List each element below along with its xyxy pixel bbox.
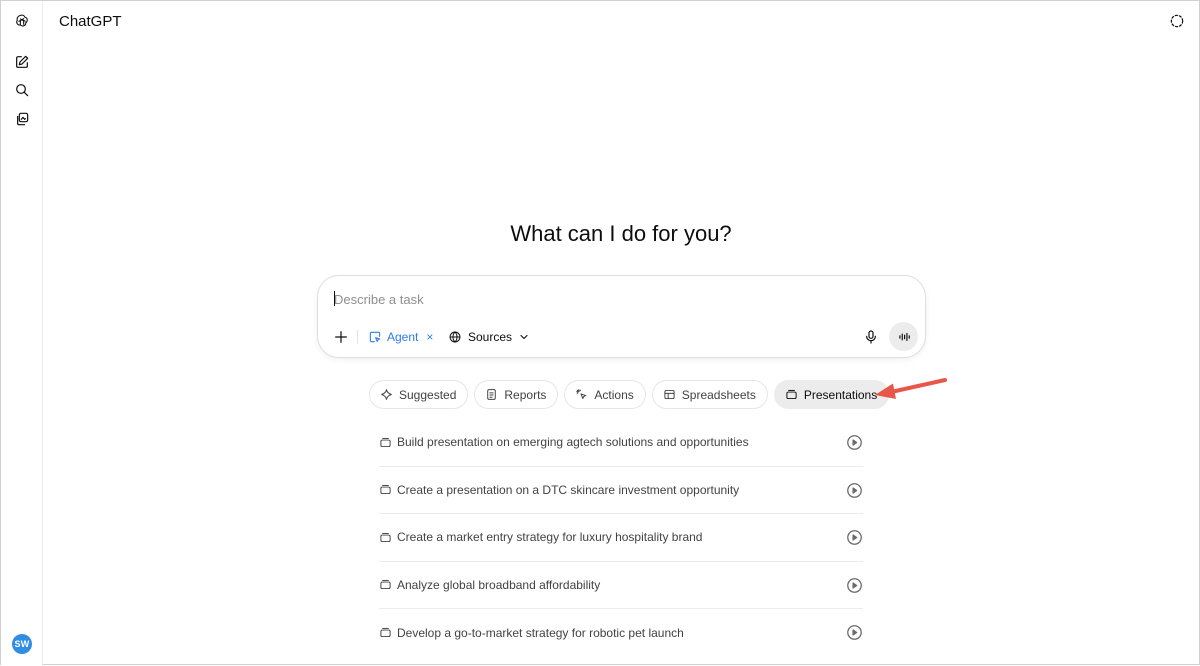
tab-spreadsheets[interactable]: Spreadsheets	[651, 380, 768, 409]
presentation-icon	[380, 437, 391, 447]
avatar[interactable]: SW	[12, 634, 32, 654]
agent-chip[interactable]: Agent ×	[368, 327, 433, 347]
tab-actions[interactable]: Actions	[564, 380, 646, 409]
annotation-arrow	[875, 378, 947, 399]
presentation-icon	[380, 485, 391, 495]
play-icon[interactable]	[846, 624, 863, 641]
tab-label: Presentations	[803, 387, 878, 402]
divider	[357, 330, 358, 344]
play-icon[interactable]	[846, 434, 863, 451]
agent-icon	[369, 331, 381, 343]
play-icon[interactable]	[846, 482, 863, 499]
sidebar-rail: SW	[1, 1, 43, 666]
microphone-icon	[866, 330, 876, 344]
tab-label: Spreadsheets	[681, 387, 756, 402]
agent-remove-button[interactable]: ×	[426, 330, 433, 344]
task-input[interactable]	[334, 288, 894, 310]
spreadsheet-icon	[664, 389, 675, 400]
presentation-icon	[380, 628, 391, 638]
list-item[interactable]: Create a market entry strategy for luxur…	[379, 514, 863, 562]
search-icon[interactable]	[11, 79, 33, 101]
globe-icon	[449, 331, 461, 343]
list-item-text: Create a market entry strategy for luxur…	[397, 530, 703, 545]
list-item-text: Create a presentation on a DTC skincare …	[397, 482, 740, 497]
new-chat-icon[interactable]	[11, 51, 33, 73]
openai-logo-icon[interactable]	[11, 10, 33, 32]
chevron-down-icon	[520, 334, 528, 340]
list-item[interactable]: Create a presentation on a DTC skincare …	[379, 467, 863, 514]
play-icon[interactable]	[846, 529, 863, 546]
list-item[interactable]: Analyze global broadband affordability	[379, 562, 863, 609]
sources-label: Sources	[468, 330, 513, 344]
microphone-button[interactable]	[861, 327, 881, 347]
voice-mode-button[interactable]	[889, 322, 918, 351]
tab-label: Suggested	[399, 387, 457, 402]
tab-suggested[interactable]: Suggested	[369, 380, 469, 409]
list-item[interactable]: Build presentation on emerging agtech so…	[379, 419, 863, 467]
agent-label: Agent	[387, 330, 419, 344]
tab-reports[interactable]: Reports	[474, 380, 559, 409]
waveform-icon	[898, 332, 910, 341]
page-title: What can I do for you?	[510, 221, 732, 246]
presentation-icon	[380, 532, 391, 542]
sources-dropdown[interactable]: Sources	[448, 327, 530, 347]
temporary-chat-icon[interactable]	[1167, 11, 1187, 31]
list-item[interactable]: Develop a go-to-market strategy for robo…	[379, 609, 863, 657]
list-item-text: Build presentation on emerging agtech so…	[397, 435, 749, 450]
category-tabs: Suggested Reports Actions Spreadsheets P…	[369, 380, 890, 409]
composer: Agent × Sources	[317, 275, 926, 358]
list-item-text: Analyze global broadband affordability	[397, 577, 601, 592]
suggestion-list: Build presentation on emerging agtech so…	[379, 419, 863, 657]
tab-label: Reports	[504, 387, 547, 402]
text-caret	[334, 291, 335, 306]
app-window: SW ChatGPT What can I do for you? Agent …	[0, 0, 1200, 666]
library-icon[interactable]	[11, 108, 33, 130]
tab-label: Actions	[594, 387, 634, 402]
presentation-icon	[380, 580, 391, 590]
sparkle-icon	[381, 389, 392, 400]
list-item-text: Develop a go-to-market strategy for robo…	[397, 625, 684, 640]
cursor-click-icon	[576, 389, 587, 400]
add-attachment-button[interactable]	[332, 328, 350, 346]
document-icon	[487, 389, 497, 400]
app-title[interactable]: ChatGPT	[59, 13, 122, 30]
presentation-icon	[786, 389, 797, 400]
play-icon[interactable]	[846, 577, 863, 594]
